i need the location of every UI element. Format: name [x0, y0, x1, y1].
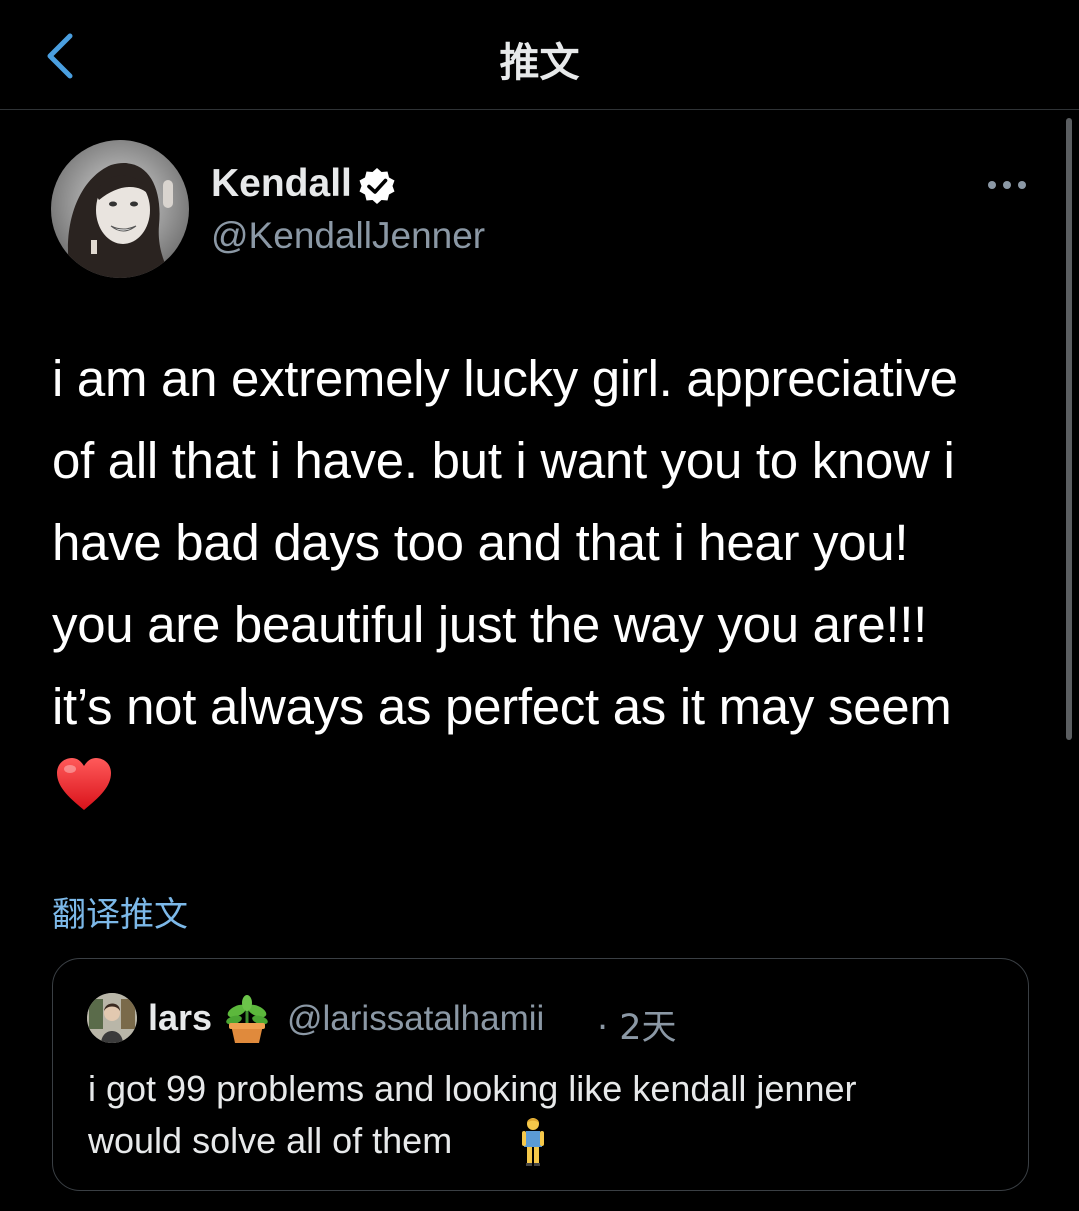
- more-options-icon[interactable]: [985, 172, 1029, 198]
- standing-woman-emoji: [522, 1118, 544, 1166]
- page-title: 推文: [499, 40, 580, 86]
- tweet-text: i am an extremely lucky girl. appreciati…: [52, 350, 958, 735]
- quoted-tweet-text: i got 99 problems and looking like kenda…: [88, 1068, 857, 1161]
- quoted-author-handle: @larissatalhamii: [287, 999, 545, 1038]
- separator-dot: ·: [597, 1008, 609, 1048]
- verified-badge-icon: [359, 168, 395, 204]
- top-navigation-bar: 推文: [0, 0, 1079, 110]
- scrollbar[interactable]: [1066, 118, 1072, 740]
- quoted-tweet-card[interactable]: lars @larissatalhamii · 2天 i got 99 prob…: [52, 958, 1029, 1191]
- quoted-timestamp: · 2天: [597, 999, 677, 1050]
- quoted-time: 2天: [619, 1008, 677, 1048]
- quoted-avatar-photo: [87, 993, 137, 1043]
- heart-emoji: [57, 758, 111, 810]
- author-handle[interactable]: @KendallJenner: [211, 215, 485, 257]
- author-name[interactable]: Kendall: [211, 162, 352, 206]
- translate-tweet-link[interactable]: 翻译推文: [52, 887, 188, 936]
- potted-plant-emoji: [226, 995, 268, 1043]
- quoted-avatar[interactable]: [87, 993, 137, 1043]
- avatar[interactable]: [51, 140, 189, 278]
- quoted-author-name: lars: [148, 997, 213, 1038]
- avatar-photo: [51, 140, 189, 278]
